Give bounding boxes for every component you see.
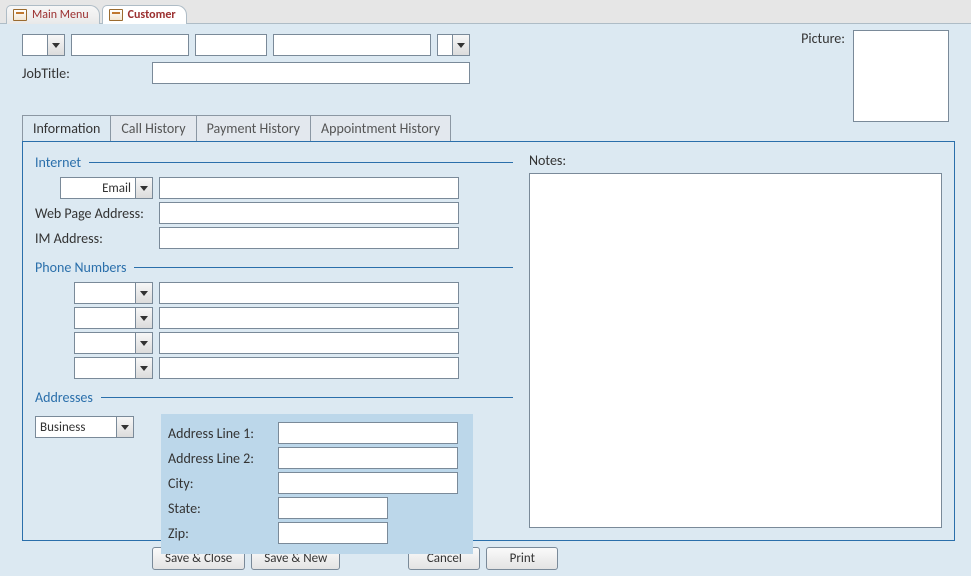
email-type-value: Email [61, 178, 135, 198]
addr-line2-label: Address Line 2: [168, 450, 272, 467]
phone-type-combo[interactable] [74, 307, 153, 329]
suffix-combo[interactable] [437, 34, 470, 56]
email-type-combo[interactable]: Email [60, 177, 153, 199]
group-label: Internet [35, 154, 81, 171]
customer-form: JobTitle: Picture: Information Call Hist… [0, 24, 971, 576]
picture-label: Picture: [801, 30, 845, 47]
jobtitle-input[interactable] [152, 62, 470, 84]
phone-type-combo[interactable] [74, 357, 153, 379]
addr-city-input[interactable] [278, 472, 458, 494]
chevron-down-icon[interactable] [135, 333, 152, 353]
addr-line2-input[interactable] [278, 447, 458, 469]
notes-textarea[interactable] [529, 173, 942, 528]
window-tab-label: Main Menu [32, 8, 89, 22]
tab-payment-history[interactable]: Payment History [197, 115, 311, 142]
phone-input[interactable] [159, 357, 459, 379]
window-tab-label: Customer [128, 8, 176, 22]
group-internet: Internet [35, 154, 513, 171]
phone-input[interactable] [159, 307, 459, 329]
group-phones: Phone Numbers [35, 259, 513, 276]
suffix-value [438, 35, 452, 55]
tab-appointment-history[interactable]: Appointment History [311, 115, 451, 142]
divider [134, 267, 513, 268]
addr-line1-input[interactable] [278, 422, 458, 444]
group-label: Phone Numbers [35, 259, 126, 276]
email-input[interactable] [159, 177, 459, 199]
webpage-input[interactable] [159, 202, 459, 224]
phone-input[interactable] [159, 282, 459, 304]
chevron-down-icon[interactable] [116, 417, 133, 437]
addr-city-label: City: [168, 475, 272, 492]
print-button[interactable]: Print [486, 547, 558, 570]
address-type-value: Business [36, 417, 116, 437]
addr-line1-label: Address Line 1: [168, 425, 272, 442]
webpage-label: Web Page Address: [35, 205, 153, 222]
chevron-down-icon[interactable] [135, 283, 152, 303]
form-icon [109, 9, 123, 21]
window-tab-main-menu[interactable]: Main Menu [6, 5, 100, 24]
jobtitle-label: JobTitle: [22, 65, 142, 82]
form-icon [13, 9, 27, 21]
addr-state-label: State: [168, 500, 272, 517]
phone-type-value [75, 333, 135, 353]
chevron-down-icon[interactable] [47, 35, 64, 55]
tab-body: Internet Email Web Page Address: [22, 141, 955, 541]
phone-type-combo[interactable] [74, 282, 153, 304]
addr-state-input[interactable] [278, 497, 388, 519]
notes-label: Notes: [529, 152, 942, 169]
middle-name-input[interactable] [195, 34, 267, 56]
addr-zip-label: Zip: [168, 525, 272, 542]
picture-box[interactable] [853, 30, 949, 122]
chevron-down-icon[interactable] [135, 358, 152, 378]
divider [101, 397, 513, 398]
first-name-input[interactable] [71, 34, 189, 56]
prefix-value [23, 35, 47, 55]
picture-section: Picture: [801, 30, 949, 122]
chevron-down-icon[interactable] [452, 35, 469, 55]
im-input[interactable] [159, 227, 459, 249]
chevron-down-icon[interactable] [135, 178, 152, 198]
window-tab-customer[interactable]: Customer [102, 5, 187, 24]
last-name-input[interactable] [273, 34, 431, 56]
phone-input[interactable] [159, 332, 459, 354]
phone-type-value [75, 358, 135, 378]
phone-type-value [75, 283, 135, 303]
divider [89, 162, 513, 163]
prefix-combo[interactable] [22, 34, 65, 56]
address-panel: Address Line 1: Address Line 2: City: St… [161, 414, 473, 554]
window-tabstrip: Main Menu Customer [0, 0, 971, 24]
im-label: IM Address: [35, 230, 153, 247]
addr-zip-input[interactable] [278, 522, 388, 544]
phone-type-combo[interactable] [74, 332, 153, 354]
phone-type-value [75, 308, 135, 328]
group-label: Addresses [35, 389, 93, 406]
tab-call-history[interactable]: Call History [111, 115, 196, 142]
tab-information[interactable]: Information [22, 115, 111, 142]
group-addresses: Addresses [35, 389, 513, 406]
chevron-down-icon[interactable] [135, 308, 152, 328]
address-type-combo[interactable]: Business [35, 416, 134, 438]
